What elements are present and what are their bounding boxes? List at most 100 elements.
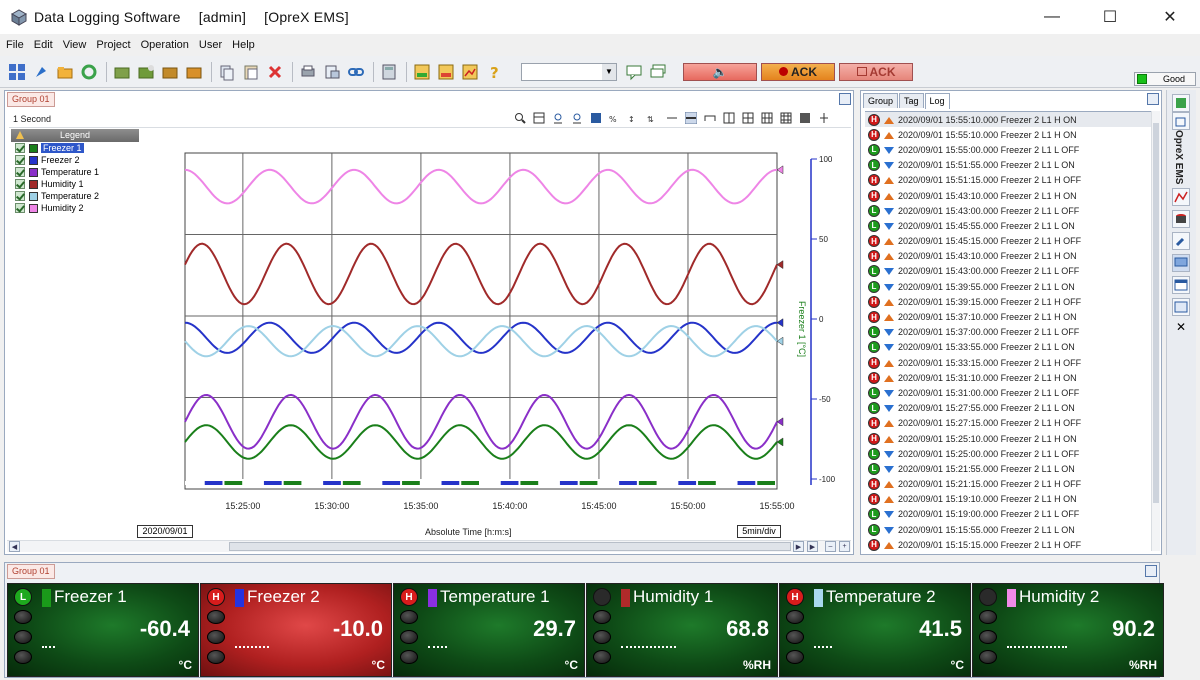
link-icon[interactable] — [345, 61, 367, 83]
data-table-icon[interactable] — [532, 111, 546, 125]
log-row[interactable]: L 2020/09/01 15:15:55.000 Freezer 2 L1 L … — [865, 522, 1153, 537]
copy-icon[interactable] — [216, 61, 238, 83]
grid-icon[interactable] — [760, 111, 774, 125]
refresh-icon[interactable] — [78, 61, 100, 83]
scroll-left-icon[interactable]: ◀ — [9, 541, 20, 552]
alarm-sound-button[interactable]: 🔈 — [683, 62, 757, 81]
tag-tile[interactable]: L Freezer 1 -60.4 °C — [7, 583, 199, 677]
scroll-end-icon[interactable]: ▶ — [807, 541, 818, 552]
log-row[interactable]: H 2020/09/01 15:21:15.000 Freezer 2 L1 H … — [865, 477, 1153, 492]
log-row[interactable]: L 2020/09/01 15:51:55.000 Freezer 2 L1 L … — [865, 158, 1153, 173]
tdb-icon[interactable] — [411, 61, 433, 83]
chart-scrollbar[interactable]: ◀ ▶ ▶ – + — [7, 540, 851, 552]
tab-log[interactable]: Log — [924, 93, 950, 109]
tag-delete-icon[interactable] — [183, 61, 205, 83]
log-row[interactable]: L 2020/09/01 15:19:00.000 Freezer 2 L1 L … — [865, 507, 1153, 522]
log-row[interactable]: H 2020/09/01 15:43:10.000 Freezer 2 L1 H … — [865, 249, 1153, 264]
close-button[interactable]: ✕ — [1142, 0, 1198, 34]
group-combo[interactable]: ▼ — [521, 62, 617, 81]
restore-icon[interactable] — [839, 93, 851, 105]
hold-icon[interactable]: ⇅ — [646, 111, 660, 125]
tab-group[interactable]: Group — [863, 93, 899, 108]
zoom-in-icon[interactable]: + — [839, 541, 850, 552]
trend-chart[interactable]: 15:25:00 15:30:00 15:35:00 15:40:00 15:45:00… — [5, 129, 851, 525]
split-4-icon[interactable] — [741, 111, 755, 125]
log-row[interactable]: L 2020/09/01 15:43:00.000 Freezer 2 L1 L … — [865, 203, 1153, 218]
time-division[interactable]: 5min/div — [737, 525, 781, 538]
line-thin-icon[interactable] — [665, 111, 679, 125]
tag-add-icon[interactable] — [135, 61, 157, 83]
log-row[interactable]: H 2020/09/01 15:33:15.000 Freezer 2 L1 H … — [865, 355, 1153, 370]
log-row[interactable]: L 2020/09/01 15:31:00.000 Freezer 2 L1 L … — [865, 385, 1153, 400]
tag-tile[interactable]: Humidity 2 90.2 %RH — [972, 583, 1164, 677]
chevron-down-icon[interactable]: ▼ — [602, 63, 616, 80]
log-row[interactable]: L 2020/09/01 15:39:55.000 Freezer 2 L1 L … — [865, 279, 1153, 294]
log-row[interactable]: H 2020/09/01 15:27:15.000 Freezer 2 L1 H … — [865, 416, 1153, 431]
log-row[interactable]: H 2020/09/01 15:19:10.000 Freezer 2 L1 H … — [865, 492, 1153, 507]
log-row[interactable]: L 2020/09/01 15:45:55.000 Freezer 2 L1 L … — [865, 218, 1153, 233]
menu-user[interactable]: User — [199, 39, 222, 51]
scroll-thumb[interactable] — [229, 542, 791, 551]
lack-button[interactable]: ACK — [839, 62, 913, 81]
window-icon[interactable] — [1172, 276, 1190, 294]
log-row[interactable]: H 2020/09/01 15:51:15.000 Freezer 2 L1 H … — [865, 173, 1153, 188]
grid-view-icon[interactable] — [6, 61, 28, 83]
log-row[interactable]: L 2020/09/01 15:27:55.000 Freezer 2 L1 L … — [865, 401, 1153, 416]
help-icon[interactable]: ? — [483, 61, 505, 83]
log-row[interactable]: H 2020/09/01 15:15:15.000 Freezer 2 L1 H … — [865, 537, 1153, 551]
log-row[interactable]: H 2020/09/01 15:55:10.000 Freezer 2 L1 H … — [865, 112, 1153, 128]
menu-file[interactable]: File — [6, 39, 24, 51]
line-thick-icon[interactable] — [684, 111, 698, 125]
log-scroll-thumb[interactable] — [1153, 123, 1159, 503]
messages-icon[interactable] — [647, 61, 669, 83]
zoom-icon[interactable] — [513, 111, 527, 125]
report-icon[interactable] — [321, 61, 343, 83]
log-scrollbar[interactable] — [1151, 111, 1160, 551]
menu-project[interactable]: Project — [96, 39, 130, 51]
minimize-button[interactable]: — — [1024, 0, 1080, 34]
menu-operation[interactable]: Operation — [141, 39, 189, 51]
scale-icon[interactable] — [589, 111, 603, 125]
log-row[interactable]: H 2020/09/01 15:39:15.000 Freezer 2 L1 H … — [865, 294, 1153, 309]
tab-tag[interactable]: Tag — [899, 93, 924, 108]
delete-icon[interactable] — [264, 61, 286, 83]
grid-fine-icon[interactable] — [779, 111, 793, 125]
log-row[interactable]: L 2020/09/01 15:25:00.000 Freezer 2 L1 L … — [865, 446, 1153, 461]
tag-tile[interactable]: H Freezer 2 -10.0 °C — [200, 583, 392, 677]
tag-tile[interactable]: H Temperature 2 41.5 °C — [779, 583, 971, 677]
log-row[interactable]: L 2020/09/01 15:21:55.000 Freezer 2 L1 L … — [865, 461, 1153, 476]
paste-icon[interactable] — [240, 61, 262, 83]
tag-edit-icon[interactable] — [159, 61, 181, 83]
cursor-a-icon[interactable] — [551, 111, 565, 125]
log-row[interactable]: L 2020/09/01 15:33:55.000 Freezer 2 L1 L … — [865, 340, 1153, 355]
wrench-icon[interactable] — [1172, 232, 1190, 250]
menu-view[interactable]: View — [63, 39, 87, 51]
cursor-b-icon[interactable] — [570, 111, 584, 125]
tag-folder-icon[interactable] — [111, 61, 133, 83]
log-row[interactable]: L 2020/09/01 15:55:00.000 Freezer 2 L1 L … — [865, 142, 1153, 157]
open-folder-icon[interactable] — [54, 61, 76, 83]
monitor-icon[interactable] — [1172, 254, 1190, 272]
log-row[interactable]: H 2020/09/01 15:45:15.000 Freezer 2 L1 H … — [865, 234, 1153, 249]
series-icon[interactable]: % — [608, 111, 622, 125]
digital-group-tab[interactable]: Group 01 — [7, 564, 55, 579]
restore-icon[interactable] — [1147, 93, 1159, 105]
chart-group-tab[interactable]: Group 01 — [7, 92, 55, 107]
restore-icon[interactable] — [1145, 565, 1157, 577]
tag-tile[interactable]: Humidity 1 68.8 %RH — [586, 583, 778, 677]
message-icon[interactable] — [623, 61, 645, 83]
panel-view-icon[interactable] — [1172, 94, 1190, 112]
trend-icon[interactable] — [1172, 188, 1190, 206]
pin-icon[interactable] — [817, 111, 831, 125]
calculator-icon[interactable] — [378, 61, 400, 83]
database-icon[interactable] — [1172, 210, 1190, 228]
connect-icon[interactable] — [30, 61, 52, 83]
log-row[interactable]: H 2020/09/01 15:31:10.000 Freezer 2 L1 H … — [865, 370, 1153, 385]
menu-help[interactable]: Help — [232, 39, 255, 51]
log-row[interactable]: H 2020/09/01 15:55:10.000 Freezer 2 L1 H … — [865, 127, 1153, 142]
log-row[interactable]: H 2020/09/01 15:43:10.000 Freezer 2 L1 H … — [865, 188, 1153, 203]
split-2-icon[interactable] — [722, 111, 736, 125]
zoom-out-icon[interactable]: – — [825, 541, 836, 552]
chart-icon[interactable] — [459, 61, 481, 83]
line-step-icon[interactable] — [703, 111, 717, 125]
